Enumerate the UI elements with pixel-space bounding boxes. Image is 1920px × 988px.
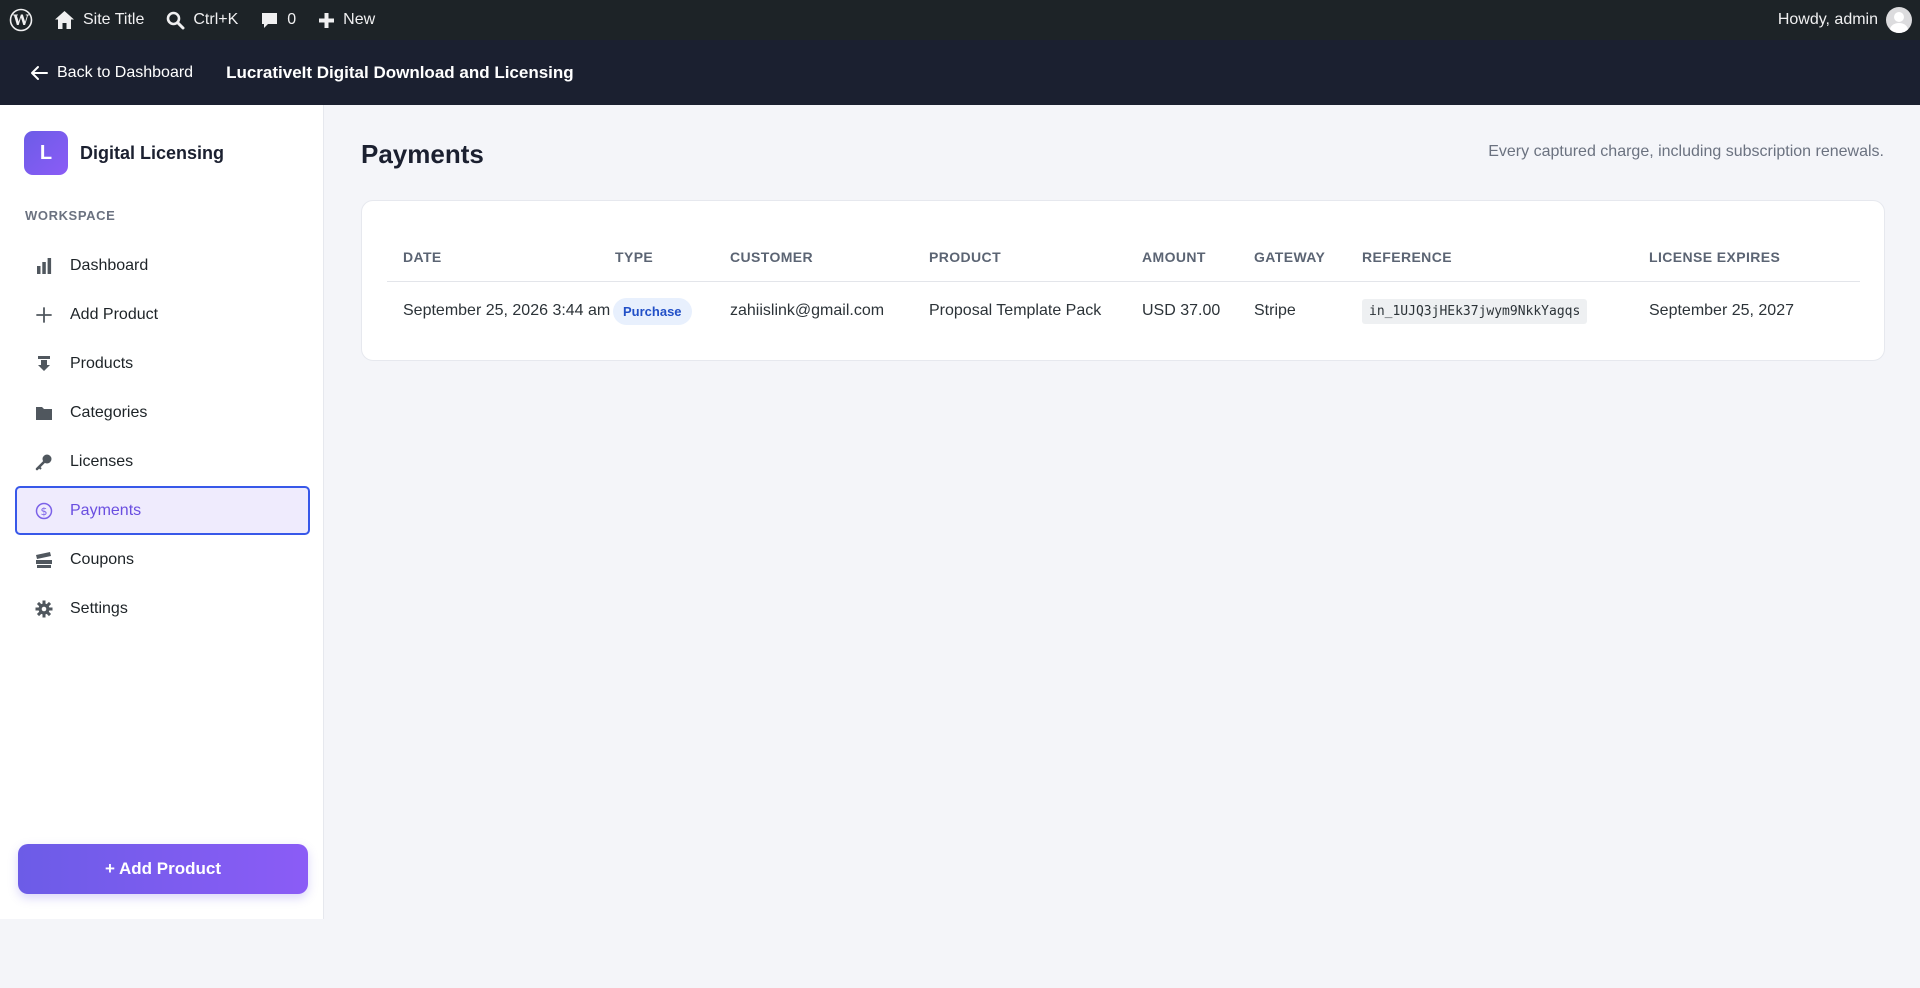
home-icon (55, 11, 74, 29)
plus-icon (34, 305, 54, 325)
cell-reference: in_1UJQ3jHEk37jwym9NkkYagqs (1362, 299, 1588, 324)
svg-text:W: W (12, 13, 29, 29)
sidebar-item-settings[interactable]: Settings (15, 584, 310, 633)
comments-count: 0 (287, 11, 297, 28)
table-header: DATE TYPE CUSTOMER PRODUCT AMOUNT GATEWA… (387, 232, 1860, 282)
svg-text:$: $ (41, 505, 48, 518)
search-shortcut-label: Ctrl+K (193, 11, 239, 28)
sidebar-item-payments[interactable]: $ Payments (15, 486, 310, 535)
arrow-left-icon (31, 65, 48, 80)
sidebar-item-label: Settings (70, 599, 128, 617)
column-header-amount[interactable]: AMOUNT (1142, 249, 1206, 265)
sidebar-item-label: Licenses (70, 452, 134, 470)
cell-license-expires: September 25, 2027 (1649, 302, 1794, 319)
column-header-reference[interactable]: REFERENCE (1362, 249, 1452, 265)
folder-icon (34, 403, 54, 423)
sidebar-item-coupons[interactable]: Coupons (15, 535, 310, 584)
cell-type: Purchase (613, 297, 692, 325)
account-menu[interactable]: Howdy, admin (1767, 0, 1920, 40)
cell-customer: zahiislink@gmail.com (730, 302, 885, 319)
column-header-customer[interactable]: CUSTOMER (730, 249, 813, 265)
site-title-link[interactable]: Site Title (43, 0, 155, 40)
back-to-dashboard-link[interactable]: Back to Dashboard (30, 64, 193, 82)
cell-date: September 25, 2026 3:44 am (403, 302, 611, 319)
dollar-circle-icon: $ (34, 501, 54, 521)
column-header-type[interactable]: TYPE (615, 249, 653, 265)
workspace-section-label: WORKSPACE (25, 208, 116, 223)
search-icon (167, 11, 185, 29)
sidebar-item-label: Add Product (70, 305, 159, 323)
column-header-gateway[interactable]: GATEWAY (1254, 249, 1325, 265)
sidebar-nav: Dashboard Add Product Products Categorie… (15, 241, 310, 633)
sidebar-item-label: Dashboard (70, 256, 149, 274)
sidebar-item-label: Categories (70, 403, 148, 421)
add-product-button[interactable]: + Add Product (18, 844, 308, 894)
reference-code: in_1UJQ3jHEk37jwym9NkkYagqs (1362, 299, 1588, 324)
comment-icon (262, 12, 278, 28)
sidebar-item-label: Payments (70, 501, 142, 519)
search-command[interactable]: Ctrl+K (155, 0, 249, 40)
plugin-title: LucrativeIt Digital Download and Licensi… (226, 62, 574, 82)
key-icon (34, 452, 54, 472)
cell-amount: USD 37.00 (1142, 302, 1221, 319)
howdy-label: Howdy, admin (1777, 11, 1878, 28)
back-label: Back to Dashboard (57, 63, 194, 81)
new-content-link[interactable]: New (307, 0, 386, 40)
type-badge: Purchase (613, 297, 692, 325)
column-header-license-expires[interactable]: LICENSE EXPIRES (1649, 249, 1780, 265)
comments-link[interactable]: 0 (249, 0, 307, 40)
tickets-icon (34, 550, 54, 570)
gear-icon (34, 599, 54, 619)
cell-product: Proposal Template Pack (929, 302, 1102, 319)
brand-name: Digital Licensing (80, 142, 225, 163)
plugin-header: Back to Dashboard LucrativeIt Digital Do… (0, 40, 1920, 105)
page-title: Payments (361, 139, 484, 169)
sidebar: L Digital Licensing WORKSPACE Dashboard … (0, 105, 324, 919)
avatar (1886, 7, 1912, 33)
wordpress-logo-icon[interactable]: W (0, 0, 43, 40)
brand: L Digital Licensing (24, 131, 224, 175)
payments-table: DATE TYPE CUSTOMER PRODUCT AMOUNT GATEWA… (387, 232, 1860, 340)
sidebar-item-licenses[interactable]: Licenses (15, 437, 310, 486)
page-subtitle: Every captured charge, including subscri… (1488, 143, 1884, 160)
admin-bar: W Site Title Ctrl+K 0 New Howdy, admin (0, 0, 1920, 40)
sidebar-item-label: Coupons (70, 550, 135, 568)
sidebar-item-categories[interactable]: Categories (15, 388, 310, 437)
cell-gateway: Stripe (1254, 302, 1296, 319)
table-row[interactable]: September 25, 2026 3:44 am Purchase zahi… (387, 282, 1860, 340)
brand-logo: L (24, 131, 68, 175)
download-icon (34, 354, 54, 374)
column-header-product[interactable]: PRODUCT (929, 249, 1001, 265)
sidebar-item-label: Products (70, 354, 134, 372)
new-label: New (343, 11, 376, 28)
payments-table-card: DATE TYPE CUSTOMER PRODUCT AMOUNT GATEWA… (361, 200, 1885, 361)
site-title-label: Site Title (83, 11, 145, 28)
sidebar-item-products[interactable]: Products (15, 339, 310, 388)
sidebar-item-add-product[interactable]: Add Product (15, 290, 310, 339)
sidebar-item-dashboard[interactable]: Dashboard (15, 241, 310, 290)
column-header-date[interactable]: DATE (403, 249, 442, 265)
plus-icon (319, 12, 335, 28)
bar-chart-icon (34, 256, 54, 276)
